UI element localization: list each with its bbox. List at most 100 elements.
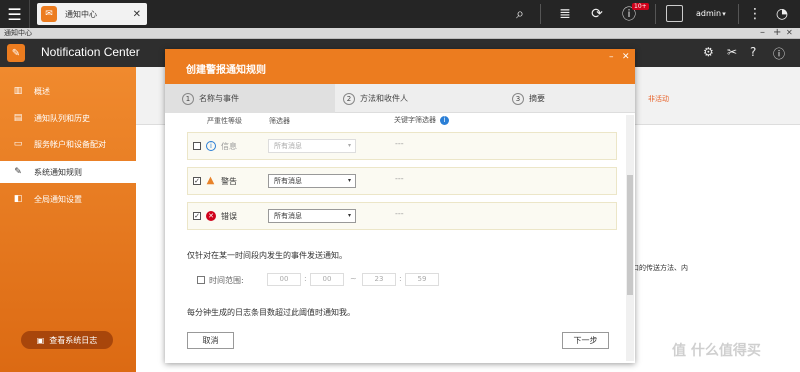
- severity-label: 信息: [221, 142, 237, 151]
- warning-checkbox[interactable]: ✓: [193, 177, 201, 185]
- app-logo-icon: ✎: [7, 44, 25, 62]
- sidebar-item-queue-history[interactable]: ▤ 通知队列和历史: [0, 107, 136, 129]
- time-range-tilde: ~: [350, 274, 357, 283]
- time-colon: :: [304, 274, 307, 283]
- dashboard-icon[interactable]: ◔: [772, 0, 792, 28]
- filter-select-value: 所有消息: [274, 177, 302, 185]
- filter-select-value: 所有消息: [274, 212, 302, 220]
- sidebar-item-overview[interactable]: ▥ 概述: [0, 80, 136, 102]
- end-minute-select[interactable]: 59: [405, 273, 439, 286]
- chart-icon: ▥: [13, 86, 23, 96]
- error-x-icon: ✕: [206, 211, 216, 221]
- step-label: 方法和收件人: [360, 94, 408, 103]
- sidebar-item-service-accounts[interactable]: ▭ 服务帐户和设备配对: [0, 133, 136, 155]
- info-icon[interactable]: i: [440, 116, 449, 125]
- time-range-checkbox[interactable]: [197, 276, 205, 284]
- severity-row-info: i 信息 所有消息 ▾ ---: [187, 132, 617, 160]
- severity-row-error: ✓ ✕ 错误 所有消息 ▾ ---: [187, 202, 617, 230]
- start-hour-select[interactable]: 00: [267, 273, 301, 286]
- dialog-close-button[interactable]: ✕: [622, 52, 630, 62]
- sidebar-item-label: 系统通知规则: [34, 167, 82, 177]
- chevron-down-icon: ▾: [347, 142, 351, 149]
- rules-icon: ✎: [14, 167, 22, 177]
- maximize-button[interactable]: +: [773, 27, 781, 38]
- divider: [655, 4, 656, 24]
- chevron-down-icon: ▾: [347, 177, 351, 184]
- dialog-minimize-button[interactable]: –: [609, 52, 614, 62]
- warning-triangle-icon: ▲: [206, 175, 215, 186]
- app-tab-label: 通知中心: [65, 9, 97, 19]
- app-tab-notification-center[interactable]: ✉ 通知中心 ✕: [37, 3, 147, 25]
- chevron-down-icon: ▾: [347, 212, 351, 219]
- sidebar-item-label: 通知队列和历史: [34, 113, 90, 123]
- step-number: 1: [182, 92, 194, 105]
- sidebar-item-label: 全局通知设置: [34, 194, 82, 204]
- step-method-recipients: 2 方法和收件人: [343, 84, 408, 113]
- severity-column-header: 严重性等级: [207, 117, 242, 125]
- filter-select[interactable]: 所有消息 ▾: [268, 174, 356, 188]
- top-bar: ☰ ✉ 通知中心 ✕ ⌕ ≣ ⟳ ⓘ 10+ admin ▾ ⋮ ◔: [0, 0, 800, 28]
- main-menu-icon[interactable]: ☰: [0, 0, 30, 28]
- minimize-button[interactable]: –: [760, 27, 765, 38]
- cancel-button[interactable]: 取消: [187, 332, 234, 349]
- more-icon[interactable]: ⋮: [745, 0, 765, 28]
- dialog-title: 创建警报通知规则: [186, 65, 266, 76]
- queue-icon: ▤: [13, 113, 23, 123]
- end-hour-select[interactable]: 23: [362, 273, 396, 286]
- severity-row-warning: ✓ ▲ 警告 所有消息 ▾ ---: [187, 167, 617, 195]
- watermark: 值 什么值得买: [672, 343, 761, 359]
- notification-center-icon: ✉: [41, 6, 57, 22]
- search-icon[interactable]: ⌕: [510, 0, 530, 28]
- info-circle-icon: i: [206, 141, 216, 151]
- divider: [738, 4, 739, 24]
- time-period-note: 仅针对在某一时间段内发生的事件发送通知。: [187, 251, 347, 260]
- keyword-column-label: 关键字筛选器: [394, 116, 436, 124]
- tools-icon[interactable]: ✂: [727, 45, 737, 59]
- help-icon[interactable]: ?: [750, 45, 756, 59]
- sidebar-item-global-settings[interactable]: ◧ 全局通知设置: [0, 188, 136, 210]
- sidebar-item-label: 概述: [34, 86, 50, 96]
- sync-icon[interactable]: ⟳: [587, 0, 607, 28]
- sidebar-item-label: 服务帐户和设备配对: [34, 139, 106, 149]
- window-title-bar: 通知中心 – + ✕: [0, 27, 800, 39]
- background-text: 口的传送方法、内: [632, 264, 688, 272]
- chevron-down-icon[interactable]: ▾: [720, 0, 728, 28]
- window-title: 通知中心: [4, 29, 32, 37]
- info-checkbox[interactable]: [193, 142, 201, 150]
- user-menu[interactable]: admin: [696, 9, 721, 18]
- keyword-column-header: 关键字筛选器 i: [394, 115, 449, 125]
- threshold-note: 每分钟生成的日志条目数超过此阈值时通知我。: [187, 308, 355, 317]
- global-settings-icon: ◧: [13, 194, 23, 204]
- view-system-log-label: 查看系统日志: [49, 335, 98, 345]
- divider: [540, 4, 541, 24]
- devices-icon: ▭: [13, 139, 23, 149]
- start-minute-select[interactable]: 00: [310, 273, 344, 286]
- about-icon[interactable]: ⓘ: [773, 45, 785, 62]
- keyword-value: ---: [395, 209, 404, 218]
- step-number: 2: [343, 92, 355, 105]
- create-alert-rule-dialog: 创建警报通知规则 – ✕ 1 名称与事件 2 方法和收件人 3 摘要 严重性等级…: [165, 49, 635, 363]
- scrollbar-thumb[interactable]: [627, 175, 633, 295]
- close-icon[interactable]: ✕: [133, 9, 141, 20]
- inactive-link[interactable]: 非活动: [648, 94, 669, 104]
- filter-select[interactable]: 所有消息 ▾: [268, 209, 356, 223]
- app-title: Notification Center: [41, 45, 140, 59]
- dialog-header: 创建警报通知规则 – ✕: [165, 49, 635, 84]
- settings-icon[interactable]: ⚙: [703, 45, 714, 59]
- next-button[interactable]: 下一步: [562, 332, 609, 349]
- filter-select-value: 所有消息: [274, 142, 302, 150]
- error-checkbox[interactable]: ✓: [193, 212, 201, 220]
- log-icon: ▣: [36, 335, 45, 345]
- sidebar-item-system-rules[interactable]: ✎ 系统通知规则: [0, 161, 136, 183]
- wizard-steps: 1 名称与事件 2 方法和收件人 3 摘要: [165, 84, 635, 113]
- step-number: 3: [512, 92, 524, 105]
- dialog-scrollbar[interactable]: [626, 115, 634, 361]
- tasks-icon[interactable]: ≣: [555, 0, 575, 28]
- view-system-log-button[interactable]: ▣ 查看系统日志: [21, 331, 113, 349]
- filter-select[interactable]: 所有消息 ▾: [268, 139, 356, 153]
- filter-column-header: 筛选器: [269, 117, 290, 125]
- close-window-button[interactable]: ✕: [786, 28, 793, 37]
- step-label: 摘要: [529, 94, 545, 103]
- user-avatar-icon[interactable]: [666, 5, 683, 22]
- severity-label: 警告: [221, 177, 237, 186]
